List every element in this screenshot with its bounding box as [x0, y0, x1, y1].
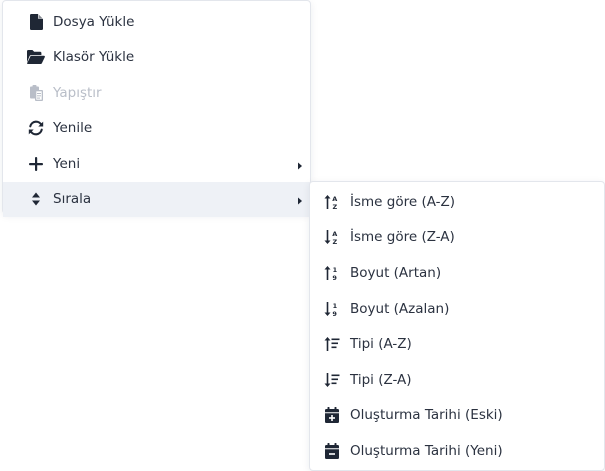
paste-icon — [27, 84, 45, 102]
chevron-right-icon — [296, 159, 304, 170]
sort-option-size-asc[interactable]: 19 Boyut (Artan) — [310, 255, 604, 291]
sort-type-desc-icon — [323, 371, 341, 389]
menu-item-refresh[interactable]: Yenile — [3, 111, 310, 147]
sort-alpha-desc-icon: AZ — [323, 228, 341, 246]
menu-item-label: Yeni — [53, 155, 81, 172]
sort-alpha-asc-icon: AZ — [323, 193, 341, 211]
menu-item-upload-folder[interactable]: Klasör Yükle — [3, 40, 310, 76]
svg-text:Z: Z — [333, 238, 338, 245]
menu-item-label: Tipi (A-Z) — [350, 336, 412, 353]
menu-item-upload-file[interactable]: Dosya Yükle — [3, 4, 310, 40]
sort-option-created-newest[interactable]: Oluşturma Tarihi (Yeni) — [310, 433, 604, 469]
menu-item-label: Dosya Yükle — [53, 13, 135, 30]
svg-text:1: 1 — [333, 266, 338, 274]
svg-text:1: 1 — [333, 302, 338, 310]
menu-item-label: Boyut (Artan) — [350, 264, 442, 281]
menu-item-label: Yapıştır — [53, 84, 102, 101]
menu-item-label: Oluşturma Tarihi (Eski) — [350, 407, 503, 424]
sort-option-type-desc[interactable]: Tipi (Z-A) — [310, 362, 604, 398]
file-icon — [27, 13, 45, 31]
chevron-right-icon — [296, 194, 304, 205]
svg-text:9: 9 — [332, 309, 337, 316]
menu-item-label: Yenile — [53, 120, 93, 137]
menu-item-sort[interactable]: Sırala — [3, 181, 310, 217]
calendar-plus-icon — [323, 406, 341, 424]
folder-open-icon — [27, 48, 45, 66]
menu-item-label: İsme göre (A-Z) — [350, 193, 456, 210]
menu-item-label: Tipi (Z-A) — [350, 371, 412, 388]
sort-option-created-oldest[interactable]: Oluşturma Tarihi (Eski) — [310, 398, 604, 434]
menu-item-label: Oluşturma Tarihi (Yeni) — [350, 442, 503, 459]
plus-icon — [27, 155, 45, 173]
sort-submenu: AZ İsme göre (A-Z) AZ İsme göre (Z-A) 19… — [309, 181, 605, 471]
context-menu: Dosya Yükle Klasör Yükle Yapıştır Yenile… — [2, 0, 311, 217]
menu-item-label: Boyut (Azalan) — [350, 300, 450, 317]
svg-text:A: A — [332, 230, 337, 238]
svg-text:9: 9 — [332, 274, 337, 281]
menu-item-label: İsme göre (Z-A) — [350, 229, 455, 246]
sort-option-name-asc[interactable]: AZ İsme göre (A-Z) — [310, 184, 604, 220]
menu-item-paste[interactable]: Yapıştır — [3, 75, 310, 111]
sort-icon — [27, 190, 45, 208]
svg-text:Z: Z — [333, 203, 338, 210]
sort-option-type-asc[interactable]: Tipi (A-Z) — [310, 326, 604, 362]
sort-type-asc-icon — [323, 335, 341, 353]
svg-text:A: A — [332, 195, 337, 203]
menu-item-label: Sırala — [53, 191, 92, 208]
menu-item-new[interactable]: Yeni — [3, 146, 310, 182]
refresh-icon — [27, 119, 45, 137]
sort-numeric-desc-icon: 19 — [323, 300, 341, 318]
menu-item-label: Klasör Yükle — [53, 49, 135, 66]
sort-numeric-asc-icon: 19 — [323, 264, 341, 282]
calendar-minus-icon — [323, 442, 341, 460]
sort-option-name-desc[interactable]: AZ İsme göre (Z-A) — [310, 220, 604, 256]
sort-option-size-desc[interactable]: 19 Boyut (Azalan) — [310, 291, 604, 327]
